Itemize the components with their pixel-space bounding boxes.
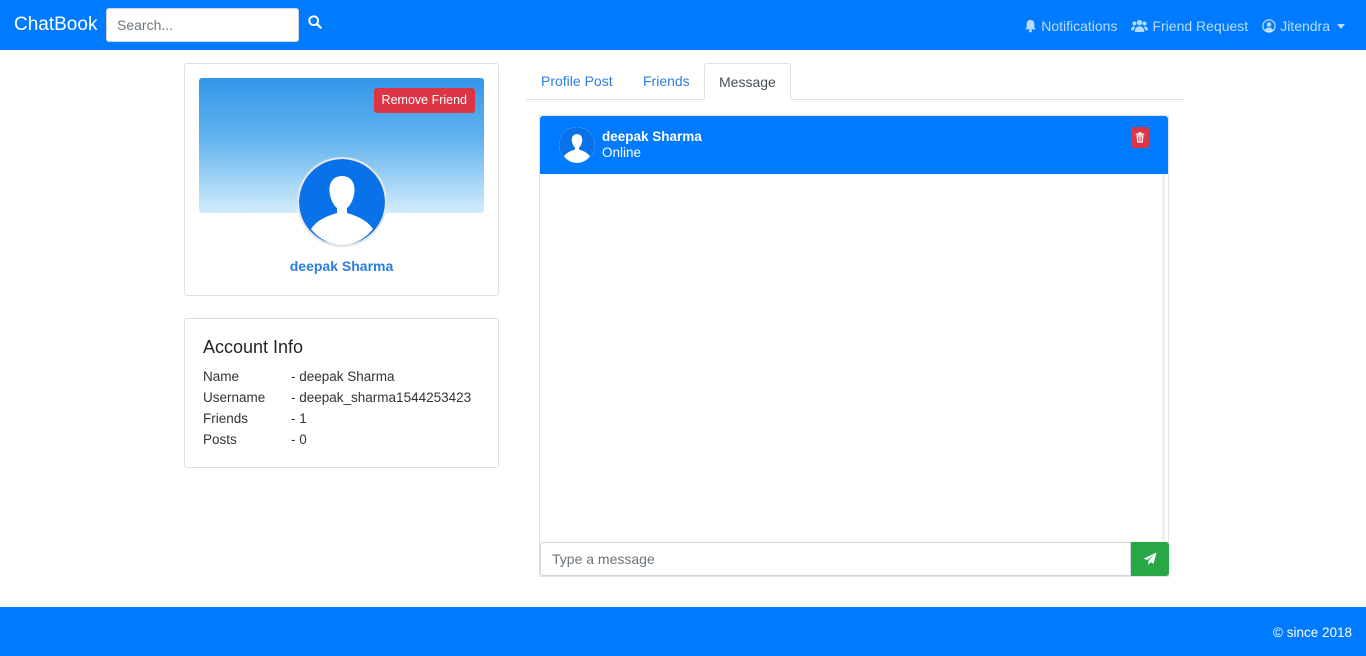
info-value: - 0 bbox=[291, 432, 307, 447]
info-label: Username bbox=[203, 390, 266, 405]
info-label: Friends bbox=[203, 411, 249, 426]
footer-copyright: © since 2018 bbox=[1273, 625, 1352, 640]
message-input[interactable] bbox=[541, 543, 1130, 575]
search-button[interactable] bbox=[308, 15, 328, 35]
profile-avatar bbox=[297, 157, 387, 247]
delete-chat-button[interactable] bbox=[1131, 127, 1149, 148]
user-silhouette-icon bbox=[299, 159, 385, 245]
footer: © since 2018 bbox=[0, 607, 1366, 656]
search-input[interactable] bbox=[107, 9, 298, 41]
profile-tabs: Profile Post Friends Message bbox=[526, 63, 1184, 100]
paper-plane-icon bbox=[1143, 552, 1157, 566]
profile-card: Remove Friend deepak Sharma bbox=[184, 63, 499, 296]
chat-messages-area bbox=[540, 174, 1165, 542]
chat-header: deepak Sharma Online bbox=[540, 116, 1168, 174]
tab-message[interactable]: Message bbox=[704, 63, 791, 100]
notifications-link[interactable]: Notifications bbox=[1024, 18, 1117, 34]
chat-avatar bbox=[559, 127, 595, 163]
info-row-posts: Posts - 0 bbox=[203, 432, 307, 447]
friend-request-link[interactable]: Friend Request bbox=[1131, 18, 1248, 34]
navbar: ChatBook Notifications Friend bbox=[0, 0, 1366, 50]
user-silhouette-icon bbox=[559, 127, 595, 163]
bell-icon bbox=[1025, 19, 1036, 33]
chat-box: deepak Sharma Online bbox=[539, 115, 1169, 577]
info-value: - 1 bbox=[291, 411, 307, 426]
account-info-card: Account Info Name - deepak Sharma Userna… bbox=[184, 318, 499, 468]
info-row-name: Name - deepak Sharma bbox=[203, 369, 395, 384]
chat-contact-status: Online bbox=[602, 145, 642, 160]
chat-contact-name: deepak Sharma bbox=[602, 129, 702, 144]
search-box bbox=[106, 8, 299, 42]
search-icon bbox=[308, 15, 322, 29]
brand-logo[interactable]: ChatBook bbox=[14, 14, 97, 36]
profile-name[interactable]: deepak Sharma bbox=[185, 258, 498, 274]
user-name-label: Jitendra bbox=[1280, 18, 1330, 34]
remove-friend-button[interactable]: Remove Friend bbox=[373, 88, 475, 113]
info-value: - deepak Sharma bbox=[291, 369, 395, 384]
notifications-label: Notifications bbox=[1041, 18, 1118, 34]
tab-profile-post[interactable]: Profile Post bbox=[541, 63, 613, 100]
user-menu-toggle[interactable]: Jitendra bbox=[1262, 18, 1345, 34]
message-input-wrap bbox=[540, 542, 1131, 576]
trash-icon bbox=[1135, 132, 1145, 143]
chevron-down-icon bbox=[1337, 23, 1345, 29]
friend-request-label: Friend Request bbox=[1152, 18, 1249, 34]
info-label: Posts bbox=[203, 432, 237, 447]
users-icon bbox=[1131, 19, 1149, 32]
send-message-button[interactable] bbox=[1131, 542, 1169, 576]
tab-friends[interactable]: Friends bbox=[643, 63, 690, 100]
account-info-title: Account Info bbox=[203, 337, 304, 357]
info-row-username: Username - deepak_sharma1544253423 bbox=[203, 390, 471, 405]
info-value: - deepak_sharma1544253423 bbox=[291, 390, 472, 405]
nav-right: Notifications Friend Request Jitendra bbox=[1010, 16, 1345, 36]
info-label: Name bbox=[203, 369, 240, 384]
user-circle-icon bbox=[1262, 19, 1276, 33]
info-row-friends: Friends - 1 bbox=[203, 411, 307, 426]
